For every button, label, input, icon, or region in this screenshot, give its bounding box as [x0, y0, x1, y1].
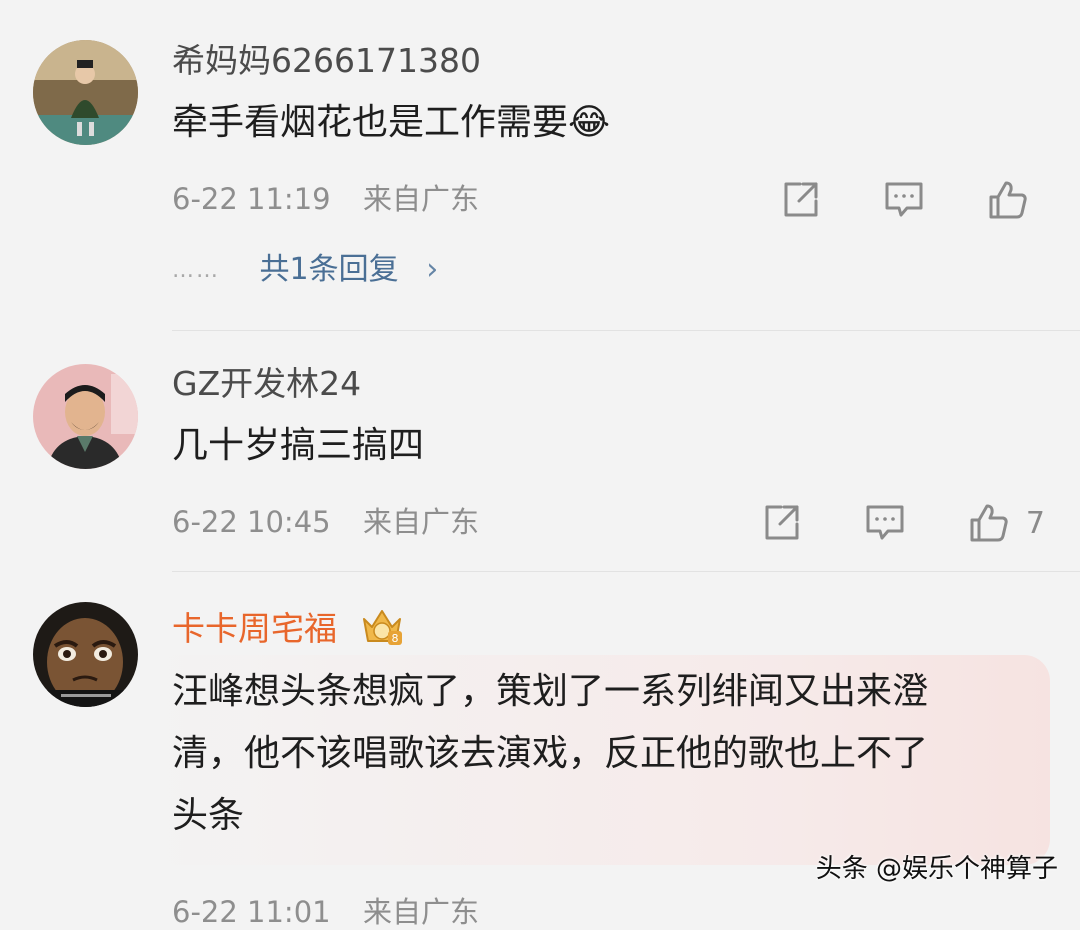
watermark: 头条 @娱乐个神算子	[815, 854, 1058, 884]
crown-badge-icon: 8	[358, 605, 406, 656]
comment-location: 来自广东	[363, 895, 480, 929]
comment-actions: 7	[762, 501, 1045, 545]
avatar[interactable]	[33, 364, 138, 469]
username[interactable]: 希妈妈6266171380	[172, 41, 481, 81]
view-replies-link[interactable]: …… 共1条回复 ›	[172, 250, 438, 291]
share-button[interactable]	[781, 180, 821, 220]
comment-location: 来自广东	[363, 182, 480, 216]
replies-ellipsis: ……	[172, 257, 220, 283]
username[interactable]: GZ开发林24	[172, 364, 361, 404]
comment-meta: 6-22 11:19 来自广东	[172, 181, 479, 217]
comment-text: 牵手看烟花也是工作需要😂	[172, 102, 611, 143]
comment-meta: 6-22 10:45 来自广东	[172, 504, 479, 540]
avatar[interactable]	[33, 40, 138, 145]
replies-label: 共1条回复	[259, 252, 399, 287]
comment-time: 6-22 11:19	[172, 182, 331, 216]
share-icon	[765, 505, 799, 540]
comment-text: 几十岁搞三搞四	[172, 425, 425, 466]
badge-level: 8	[391, 632, 398, 645]
chevron-right-icon: ›	[426, 252, 439, 287]
comment-actions	[781, 178, 1045, 222]
comment-text-line: 头条	[172, 795, 245, 836]
reply-button[interactable]	[864, 503, 906, 543]
comment-time: 6-22 10:45	[172, 505, 331, 539]
comment-item: 希妈妈6266171380 牵手看烟花也是工作需要😂 6-22 11:19 来自…	[0, 0, 1080, 330]
comment-text-line: 汪峰想头条想疯了，策划了一系列绯闻又出来澄	[172, 671, 929, 712]
comment-item: GZ开发林24 几十岁搞三搞四 6-22 10:45 来自广东 7	[0, 331, 1080, 571]
like-button[interactable]: 7	[968, 502, 1045, 544]
comment-meta: 6-22 11:01 来自广东	[172, 894, 479, 930]
thumbs-up-icon	[989, 181, 1027, 219]
avatar[interactable]	[33, 602, 138, 707]
like-button[interactable]	[987, 179, 1045, 221]
comment-icon	[866, 505, 904, 540]
comment-text-line: 清，他不该唱歌该去演戏，反正他的歌也上不了	[172, 733, 929, 774]
share-icon	[784, 182, 818, 217]
comment-icon	[885, 182, 923, 217]
username-text: 卡卡周宅福	[172, 609, 337, 648]
reply-button[interactable]	[883, 180, 925, 220]
share-button[interactable]	[762, 503, 802, 543]
like-count: 7	[1025, 505, 1045, 541]
comment-time: 6-22 11:01	[172, 895, 331, 929]
username[interactable]: 卡卡周宅福 8	[172, 605, 406, 656]
comment-location: 来自广东	[363, 505, 480, 539]
thumbs-up-icon	[970, 504, 1008, 542]
